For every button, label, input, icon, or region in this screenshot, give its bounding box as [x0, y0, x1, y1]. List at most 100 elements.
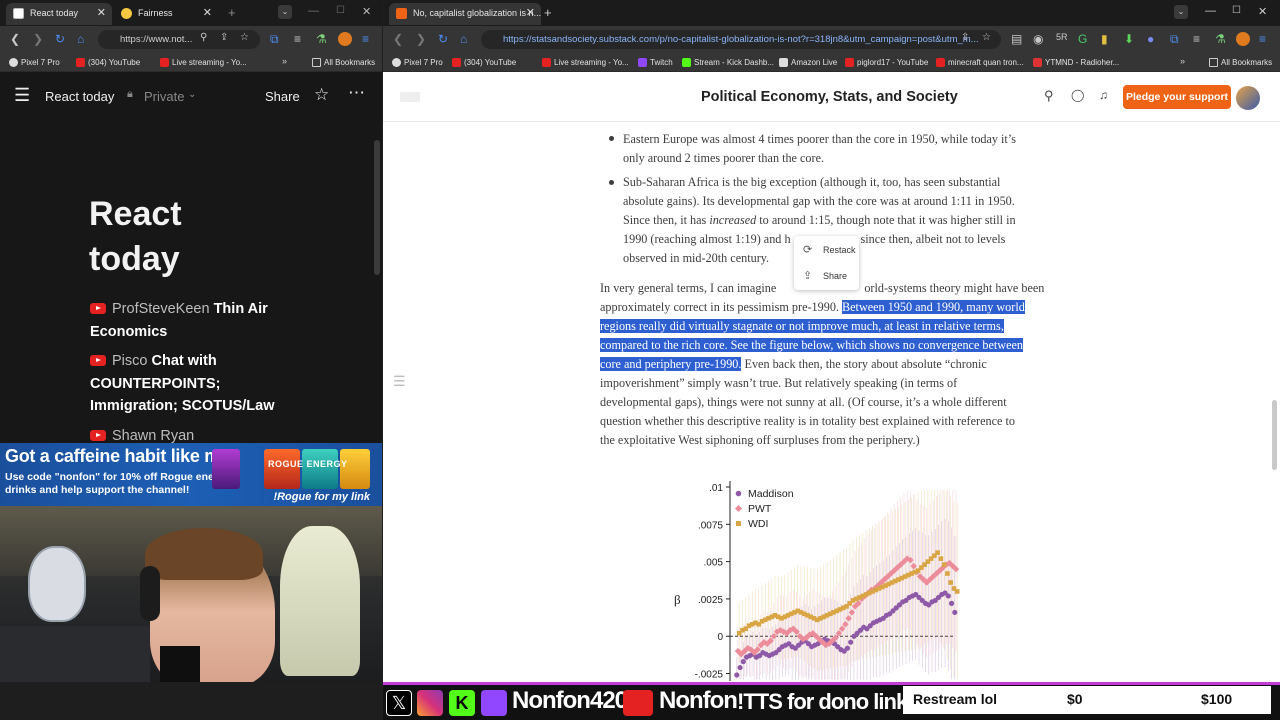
data-point-maddison [737, 664, 743, 671]
new-tab-icon[interactable]: + [228, 5, 236, 20]
reload-icon[interactable]: ↻ [438, 32, 448, 46]
selected-text[interactable]: regions really did virtually stagnate or… [600, 319, 1004, 333]
all-bookmarks[interactable]: All Bookmarks [312, 56, 375, 69]
bookmark-star-icon[interactable]: ☆ [240, 32, 249, 43]
bookmark-item[interactable]: minecraft quan tron... [936, 56, 1024, 69]
new-tab-icon[interactable]: + [544, 5, 552, 20]
all-bookmarks[interactable]: All Bookmarks [1209, 56, 1272, 69]
extension-icon[interactable]: ● [1147, 32, 1154, 46]
restack-button[interactable]: ⟳ Restack [794, 238, 859, 263]
grammarly-icon[interactable]: G [1078, 32, 1087, 46]
extension-icon[interactable]: 5R [1056, 32, 1068, 42]
chat-icon[interactable]: ◯ [1071, 88, 1084, 102]
tab-search-icon[interactable]: ⌄ [1174, 5, 1188, 19]
more-bookmarks-icon[interactable]: » [1180, 56, 1185, 66]
data-point-maddison [844, 645, 851, 651]
reload-icon[interactable]: ↻ [55, 32, 65, 46]
bookmark-item[interactable]: Twitch [638, 56, 673, 69]
scrollbar[interactable] [374, 140, 380, 275]
back-icon[interactable]: ❮ [10, 32, 20, 46]
window-close-icon[interactable]: ✕ [1258, 5, 1267, 18]
private-label[interactable]: Private [144, 89, 184, 104]
restack-icon: ⟳ [803, 244, 813, 256]
bookmark-item[interactable]: Pixel 7 Pro [392, 56, 443, 69]
bookmark-item[interactable]: YTMND - Radioher... [1033, 56, 1119, 69]
extension-icon[interactable]: ▤ [1011, 32, 1022, 46]
scrollbar[interactable] [1272, 400, 1277, 470]
zoom-icon[interactable]: ⚲ [200, 32, 207, 43]
home-icon[interactable]: ⌂ [77, 32, 84, 46]
close-icon[interactable]: ✕ [203, 3, 212, 23]
user-avatar[interactable] [1236, 86, 1260, 110]
legend-marker [735, 490, 742, 497]
tab-article[interactable]: No, capitalist globalization is n... ✕ [389, 3, 541, 25]
bookmark-item[interactable]: Live streaming - Yo... [542, 56, 629, 69]
tab-title: No, capitalist globalization is n... [413, 8, 541, 18]
minimize-icon[interactable]: — [308, 5, 319, 17]
tab-react-today[interactable]: React today ✕ [6, 3, 112, 25]
tab-title: Fairness [138, 8, 173, 18]
bookmark-item[interactable]: (304) YouTube [76, 56, 140, 69]
selected-text[interactable]: Between 1950 and 1990, many world [842, 300, 1025, 314]
forward-icon[interactable]: ❯ [416, 32, 426, 46]
back-icon[interactable]: ❮ [393, 32, 403, 46]
share-page-icon[interactable]: ⇪ [961, 32, 969, 43]
bookmark-item[interactable]: (304) YouTube [452, 56, 516, 69]
goal-target: $100 [1201, 691, 1233, 707]
maximize-icon[interactable]: ☐ [1232, 5, 1241, 16]
lab-icon[interactable]: ⚗ [1215, 32, 1226, 46]
home-icon[interactable]: ⌂ [460, 32, 467, 46]
bookmark-item[interactable]: Amazon Live [779, 56, 837, 69]
page-title: React today [89, 195, 182, 278]
url-field[interactable]: https://statsandsociety.substack.com/p/n… [481, 30, 1001, 49]
site-logo[interactable] [400, 92, 420, 102]
tab-fairness[interactable]: Fairness ✕ [114, 3, 218, 25]
bookmark-item[interactable]: Live streaming - Yo... [160, 56, 247, 69]
list-item[interactable]: ProfSteveKeen Thin Air Economics [90, 298, 280, 343]
extension-icon[interactable]: ⧉ [270, 32, 279, 47]
chevron-down-icon[interactable]: ⌄ [188, 89, 196, 100]
reading-list-icon[interactable]: ≡ [1193, 32, 1200, 46]
profile-avatar[interactable] [338, 32, 352, 46]
selected-text[interactable]: compared to the rich core. See the figur… [600, 338, 1024, 352]
forward-icon[interactable]: ❯ [33, 32, 43, 46]
extension-icon[interactable]: ⧉ [1170, 32, 1179, 47]
tab-search-icon[interactable]: ⌄ [278, 5, 292, 19]
more-options-icon[interactable]: ⋯ [348, 83, 365, 103]
reading-list-icon[interactable]: ≡ [294, 32, 301, 46]
extension-icon[interactable]: ⬇ [1124, 32, 1134, 46]
profile-avatar[interactable] [1236, 32, 1250, 46]
table-of-contents-icon[interactable]: ☰ [393, 373, 406, 390]
site-title[interactable]: Political Economy, Stats, and Society [701, 89, 958, 105]
lab-icon[interactable]: ⚗ [316, 32, 327, 46]
menu-icon[interactable]: ≡ [1259, 32, 1266, 46]
bookmark-item[interactable]: piglord17 - YouTube [845, 56, 928, 69]
url-field[interactable]: https://www.not... [98, 30, 260, 49]
bell-icon[interactable]: ♫ [1099, 88, 1108, 102]
favorite-star-icon[interactable]: ☆ [314, 85, 329, 105]
pledge-support-button[interactable]: Pledge your support [1123, 85, 1231, 109]
bookmark-item[interactable]: Stream - Kick Dashb... [682, 56, 774, 69]
extension-icon[interactable]: ◉ [1033, 32, 1043, 46]
energy-drink-ad-banner: Got a caffeine habit like me? Use code "… [0, 443, 382, 506]
share-page-icon[interactable]: ⇪ [220, 32, 228, 43]
extension-icon[interactable]: ▮ [1101, 32, 1108, 46]
bookmark-star-icon[interactable]: ☆ [982, 32, 991, 43]
bookmark-item[interactable]: Pixel 7 Pro [9, 56, 60, 69]
minimize-icon[interactable]: — [1205, 5, 1216, 17]
energy-can-image [340, 449, 370, 489]
legend-label: WDI [748, 518, 768, 530]
maximize-icon[interactable]: ☐ [336, 5, 345, 16]
hamburger-menu-icon[interactable]: ☰ [14, 85, 30, 106]
share-button[interactable]: ⇪ Share [794, 264, 859, 289]
close-icon[interactable]: ✕ [526, 3, 535, 23]
microphone-image [160, 646, 200, 682]
menu-icon[interactable]: ≡ [362, 32, 369, 46]
share-button[interactable]: Share [265, 89, 300, 104]
selected-text[interactable]: core and periphery pre-1990. [600, 357, 742, 371]
list-item[interactable]: Pisco Chat with COUNTERPOINTS; Immigrati… [90, 350, 290, 418]
search-icon[interactable]: ⚲ [1044, 88, 1054, 104]
window-close-icon[interactable]: ✕ [362, 5, 371, 18]
close-icon[interactable]: ✕ [97, 3, 106, 23]
more-bookmarks-icon[interactable]: » [282, 56, 287, 66]
